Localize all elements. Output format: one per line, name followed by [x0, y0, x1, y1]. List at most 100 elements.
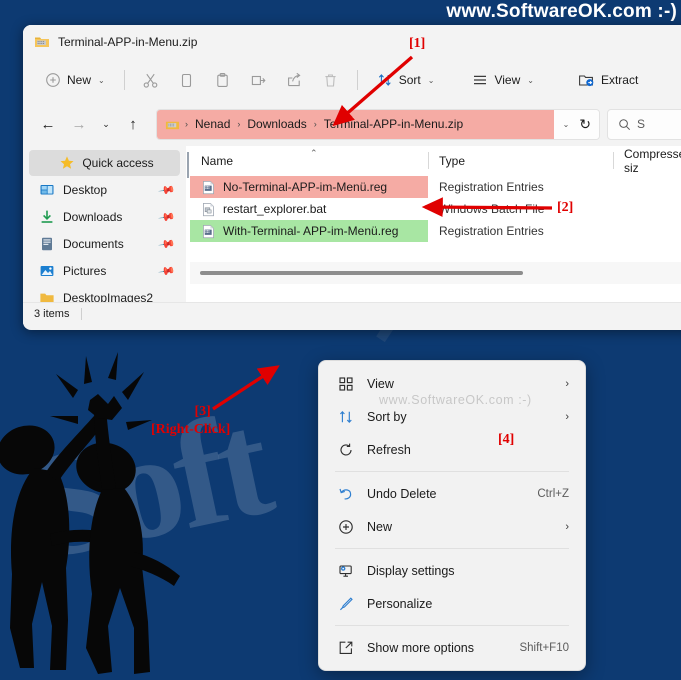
sort-icon	[337, 408, 354, 425]
recent-locations-button[interactable]: ⌄	[95, 109, 117, 139]
refresh-icon	[337, 441, 354, 458]
annotation-label-3-action: [Right-Click]	[151, 422, 231, 437]
search-input[interactable]: S	[607, 108, 681, 140]
address-bar[interactable]: › Nenad › Downloads › Terminal-APP-in-Me…	[156, 108, 600, 140]
context-menu-item-accelerator: Ctrl+Z	[537, 487, 569, 500]
sidebar-item-documents[interactable]: Documents 📌	[29, 231, 180, 257]
new-button[interactable]: New ⌄	[35, 64, 115, 96]
context-menu-separator	[335, 548, 569, 549]
up-button[interactable]: ↑	[118, 109, 148, 139]
context-menu-item-display-settings[interactable]: Display settings	[323, 554, 581, 587]
extract-button[interactable]: Extract	[568, 64, 648, 96]
annotation-label-3: [3] [Right-Click]	[151, 404, 230, 438]
extract-folder-icon	[578, 74, 594, 86]
sidebar-item-pictures[interactable]: Pictures 📌	[29, 258, 180, 284]
context-menu-item-show-more-options[interactable]: Show more options Shift+F10	[323, 631, 581, 664]
file-name-label: No-Terminal-APP-im-Menü.reg	[223, 180, 388, 194]
context-menu-item-personalize[interactable]: Personalize	[323, 587, 581, 620]
zip-folder-icon	[165, 121, 180, 129]
breadcrumb-item-nenad[interactable]: Nenad	[190, 115, 235, 133]
documents-icon	[42, 237, 52, 251]
bat-file-icon	[203, 202, 214, 216]
sidebar-item-downloads[interactable]: Downloads 📌	[29, 204, 180, 230]
file-type-label: Registration Entries	[439, 180, 544, 194]
column-header-size-label: Compressed siz	[624, 147, 681, 175]
context-menu-item-accelerator: Shift+F10	[519, 641, 569, 654]
sidebar-item-desktopimages[interactable]: DesktopImages2	[29, 285, 180, 302]
view-button[interactable]: View ⌄	[462, 64, 544, 96]
column-headers: Name ⌃ Type Compressed siz	[190, 146, 681, 176]
column-header-compressed-size[interactable]: Compressed siz	[613, 146, 681, 176]
copy-icon	[182, 73, 192, 87]
personalize-brush-icon	[337, 595, 354, 612]
show-more-options-icon	[337, 639, 354, 656]
pin-icon: 📌	[157, 208, 176, 227]
scrollbar-track[interactable]	[194, 267, 681, 279]
column-header-name[interactable]: Name ⌃	[190, 146, 428, 176]
sort-button-label: Sort	[398, 73, 421, 87]
copy-button[interactable]	[170, 64, 204, 96]
zip-folder-icon	[35, 37, 49, 47]
context-menu-item-label: Show more options	[367, 640, 475, 655]
sidebar-item-quick-access[interactable]: Quick access	[29, 150, 180, 176]
refresh-icon[interactable]: ↻	[579, 116, 591, 133]
pin-icon: 📌	[157, 181, 176, 200]
sidebar-item-label: Quick access	[82, 156, 154, 170]
table-row[interactable]: restart_explorer.bat Windows Batch File	[190, 198, 681, 220]
search-input-text: S	[637, 117, 646, 131]
column-header-type[interactable]: Type	[428, 146, 613, 176]
window-body: Quick access Desktop 📌 Downloads 📌 Docum…	[23, 146, 681, 302]
annotation-label-1: [1]	[409, 36, 426, 51]
file-explorer-window: Terminal-APP-in-Menu.zip New ⌄ Sort ⌄ Vi…	[23, 25, 681, 330]
grid-view-icon	[337, 375, 354, 392]
column-header-type-label: Type	[439, 154, 466, 168]
file-pane-padding	[190, 284, 681, 302]
status-bar: 3 items	[23, 302, 681, 324]
status-divider	[81, 307, 83, 320]
screenshot-root: Soft www.SoftwareOK.com:-) Terminal-APP…	[0, 0, 681, 680]
rename-button[interactable]	[242, 64, 276, 96]
address-dropdown-icon[interactable]: ⌄	[563, 120, 570, 129]
download-icon	[41, 210, 53, 223]
share-button[interactable]	[278, 64, 312, 96]
breadcrumb-item-downloads[interactable]: Downloads	[242, 115, 311, 133]
sort-icon	[378, 74, 391, 86]
toolbar-divider-1	[123, 70, 125, 90]
context-menu-separator	[335, 471, 569, 472]
table-row[interactable]: No-Terminal-APP-im-Menü.reg Registration…	[190, 176, 681, 198]
address-bar-tail: ⌄ ↻	[553, 109, 599, 139]
context-menu-item-view[interactable]: View ›	[323, 367, 581, 400]
table-row[interactable]: With-Terminal- APP-im-Menü.reg Registrat…	[190, 220, 681, 242]
context-menu-item-refresh[interactable]: Refresh	[323, 433, 581, 466]
chevron-down-icon: ⌄	[527, 75, 534, 85]
plus-circle-icon	[46, 73, 60, 87]
delete-button[interactable]	[314, 64, 348, 96]
sidebar-item-desktop[interactable]: Desktop 📌	[29, 177, 180, 203]
scrollbar-thumb[interactable]	[200, 271, 524, 275]
sidebar-item-label: Documents	[63, 237, 124, 251]
navigation-pane: Quick access Desktop 📌 Downloads 📌 Docum…	[23, 146, 186, 302]
file-name-label: With-Terminal- APP-im-Menü.reg	[223, 224, 399, 238]
breadcrumb[interactable]: › Nenad › Downloads › Terminal-APP-in-Me…	[157, 109, 554, 139]
new-button-label: New	[67, 73, 92, 87]
context-menu-item-new[interactable]: New ›	[323, 510, 581, 543]
file-name-label: restart_explorer.bat	[223, 202, 327, 216]
back-button[interactable]: ←	[33, 109, 63, 139]
scissors-icon	[143, 73, 158, 88]
titlebar: Terminal-APP-in-Menu.zip	[23, 25, 681, 58]
context-menu-item-label: Personalize	[367, 596, 433, 611]
sort-button[interactable]: Sort ⌄	[367, 64, 445, 96]
cut-button[interactable]	[134, 64, 168, 96]
breadcrumb-item-zip[interactable]: Terminal-APP-in-Menu.zip	[319, 115, 468, 133]
chevron-down-icon: ⌄	[427, 75, 435, 85]
address-bar-row: ← → ⌄ ↑ › Nenad › Downloads › Terminal-A…	[23, 102, 681, 146]
horizontal-scrollbar[interactable]	[190, 262, 681, 284]
paste-button[interactable]	[206, 64, 240, 96]
context-menu-item-sort-by[interactable]: Sort by ›	[323, 400, 581, 433]
context-menu-item-label: View	[367, 376, 394, 391]
context-menu-item-undo-delete[interactable]: Undo Delete Ctrl+Z	[323, 477, 581, 510]
background-watermark-text: Soft	[15, 380, 280, 592]
chevron-down-icon: ⌄	[98, 75, 105, 85]
display-settings-icon	[337, 562, 354, 579]
forward-button[interactable]: →	[64, 109, 94, 139]
